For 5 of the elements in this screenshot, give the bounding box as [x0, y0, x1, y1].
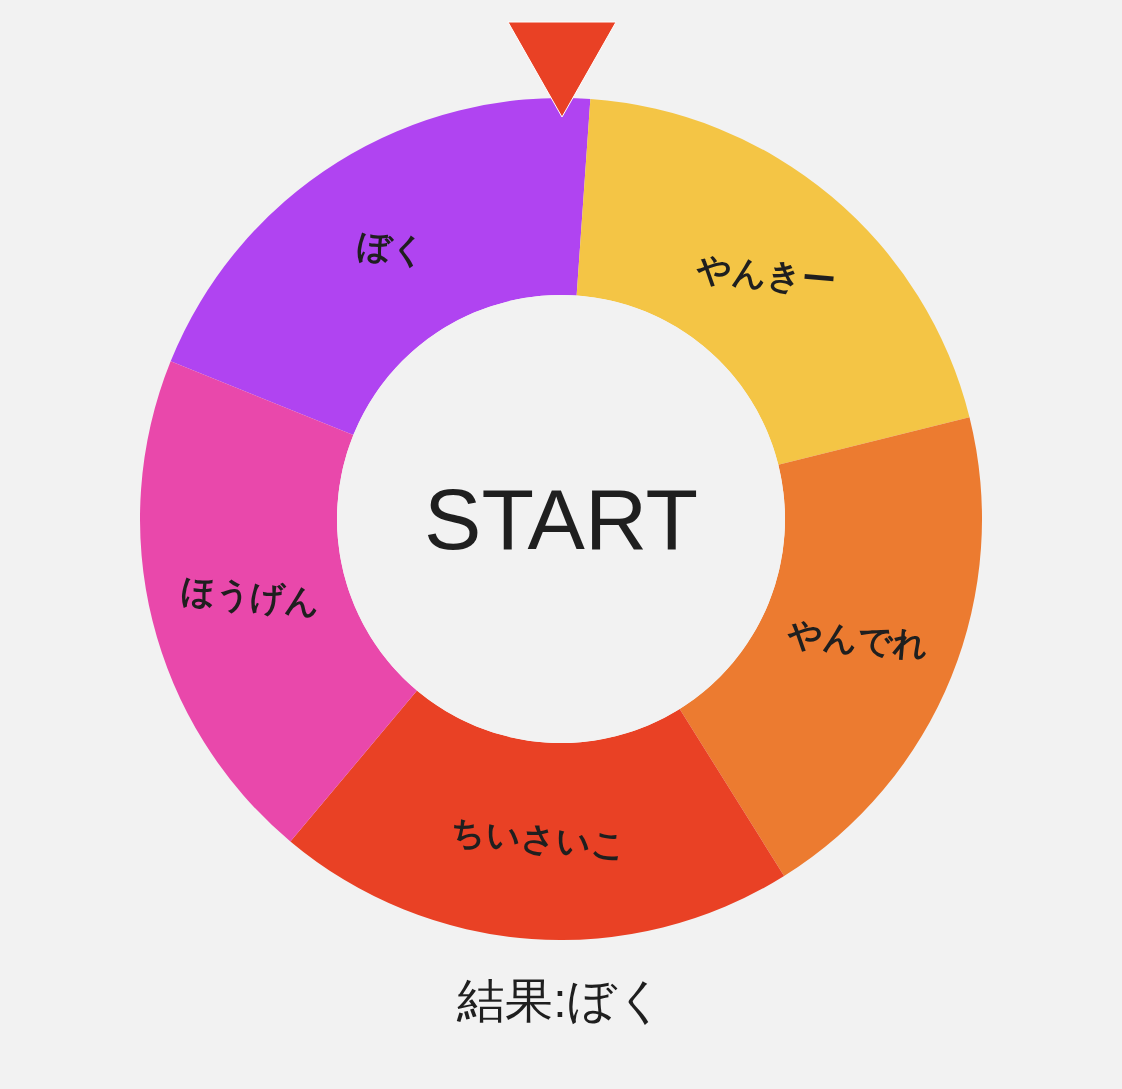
- result-text: 結果:ぼく: [457, 973, 665, 1029]
- segment-label: ほうげん: [179, 571, 322, 622]
- segment-label: ぼく: [354, 225, 428, 270]
- segment-label: ちいさいこ: [449, 811, 628, 865]
- segment-label: やんでれ: [786, 613, 930, 664]
